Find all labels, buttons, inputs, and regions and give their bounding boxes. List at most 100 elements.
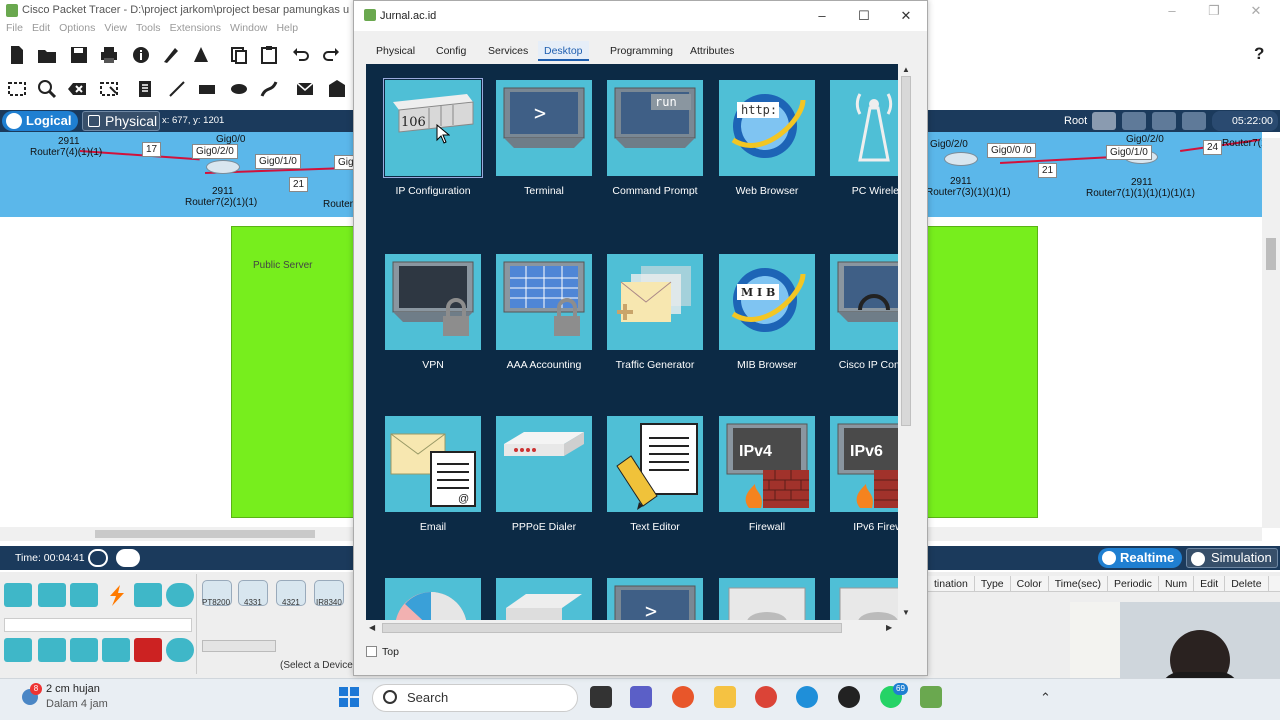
minimize-icon[interactable]: – — [804, 7, 840, 25]
area-rectangle[interactable] — [925, 226, 1038, 518]
desktop-vertical-scrollbar[interactable]: ▲ ▼ — [898, 64, 914, 620]
realtime-button[interactable]: Realtime — [1098, 548, 1182, 568]
router-category-icon[interactable] — [4, 638, 32, 662]
security-category-icon[interactable] — [134, 638, 162, 662]
print-icon[interactable] — [98, 44, 120, 66]
terminal-app[interactable]: > Terminal — [496, 80, 592, 197]
menu-window[interactable]: Window — [230, 22, 267, 34]
taskbar-search[interactable]: Search — [372, 684, 578, 712]
tab-attributes[interactable]: Attributes — [684, 41, 740, 61]
desktop-app-partial[interactable] — [719, 578, 815, 620]
menu-extensions[interactable]: Extensions — [170, 22, 221, 34]
ipv6-firewall-app[interactable]: IPv6 IPv6 Firew — [830, 416, 898, 533]
text-editor-app[interactable]: Text Editor — [607, 416, 703, 533]
tab-services[interactable]: Services — [482, 41, 534, 61]
vpn-app[interactable]: VPN — [385, 254, 481, 371]
edge-icon[interactable] — [796, 686, 818, 708]
delete-icon[interactable] — [66, 78, 88, 100]
wireless-category-icon[interactable] — [102, 638, 130, 662]
router-icon[interactable] — [944, 152, 978, 166]
resize-icon[interactable] — [98, 78, 120, 100]
tools-icon[interactable] — [190, 44, 212, 66]
simple-pdu-icon[interactable] — [294, 78, 316, 100]
cisco-ip-communicator-app[interactable]: Cisco IP Commu — [830, 254, 898, 371]
canvas-vertical-scrollbar[interactable] — [1262, 138, 1280, 528]
end-devices-icon[interactable] — [38, 583, 66, 607]
tab-config[interactable]: Config — [430, 41, 472, 61]
select-icon[interactable] — [6, 78, 28, 100]
logical-view-button[interactable]: Logical — [2, 111, 78, 131]
simulation-button[interactable]: Simulation — [1186, 548, 1278, 568]
task-view-icon[interactable] — [590, 686, 612, 708]
power-cycle-icon[interactable] — [88, 549, 108, 567]
background-icon[interactable] — [1182, 112, 1206, 130]
windows-start-icon[interactable] — [338, 686, 360, 708]
scroll-thumb[interactable] — [95, 530, 315, 538]
device-list-scrollbar[interactable] — [202, 640, 276, 652]
tab-desktop[interactable]: Desktop — [538, 41, 589, 61]
scroll-thumb[interactable] — [382, 623, 842, 633]
inspect-icon[interactable] — [36, 78, 58, 100]
mib-browser-app[interactable]: M I B MIB Browser — [719, 254, 815, 371]
menu-options[interactable]: Options — [59, 22, 95, 34]
tab-programming[interactable]: Programming — [604, 41, 679, 61]
firefox-icon[interactable] — [672, 686, 694, 708]
new-file-icon[interactable] — [6, 44, 28, 66]
menu-view[interactable]: View — [104, 22, 127, 34]
maximize-icon[interactable]: ❐ — [1194, 2, 1234, 20]
command-prompt-app[interactable]: run Command Prompt — [607, 80, 703, 197]
move-icon[interactable] — [1152, 112, 1176, 130]
cluster-icon[interactable] — [1122, 112, 1146, 130]
network-devices-icon[interactable] — [4, 583, 32, 607]
firewall-app[interactable]: IPv4 Firewall — [719, 416, 815, 533]
davinci-icon[interactable] — [838, 686, 860, 708]
menu-tools[interactable]: Tools — [136, 22, 161, 34]
switch-category-icon[interactable] — [38, 638, 66, 662]
close-icon[interactable]: ✕ — [1236, 2, 1276, 20]
file-explorer-icon[interactable] — [714, 686, 736, 708]
top-checkbox[interactable] — [366, 646, 377, 657]
desktop-app-partial[interactable]: > — [607, 578, 703, 620]
draw-line-icon[interactable] — [166, 78, 188, 100]
copy-icon[interactable] — [228, 44, 250, 66]
components-icon[interactable] — [70, 583, 98, 607]
email-app[interactable]: @ Email — [385, 416, 481, 533]
desktop-app-partial[interactable] — [496, 578, 592, 620]
redo-icon[interactable] — [320, 44, 342, 66]
freeform-icon[interactable] — [258, 78, 280, 100]
maximize-icon[interactable]: ☐ — [846, 7, 882, 25]
close-icon[interactable]: ✕ — [888, 7, 924, 25]
scroll-thumb[interactable] — [901, 76, 911, 426]
scroll-left-icon[interactable]: ◀ — [369, 623, 375, 632]
connections-icon[interactable] — [102, 583, 130, 607]
misc-icon[interactable] — [134, 583, 162, 607]
traffic-generator-app[interactable]: Traffic Generator — [607, 254, 703, 371]
draw-ellipse-icon[interactable] — [228, 78, 250, 100]
tray-chevron-icon[interactable]: ⌃ — [1040, 690, 1051, 706]
wan-emulation-icon[interactable] — [166, 638, 194, 662]
back-icon[interactable] — [1092, 112, 1116, 130]
aaa-accounting-app[interactable]: AAA Accounting — [496, 254, 592, 371]
desktop-app-partial[interactable] — [830, 578, 898, 620]
info-icon[interactable] — [130, 44, 152, 66]
packet-tracer-taskbar-icon[interactable] — [920, 686, 942, 708]
desktop-horizontal-scrollbar[interactable]: ◀ ▶ — [366, 620, 898, 636]
complex-pdu-icon[interactable] — [326, 78, 348, 100]
undo-icon[interactable] — [290, 44, 312, 66]
menu-edit[interactable]: Edit — [32, 22, 50, 34]
pc-wireless-app[interactable]: PC Wireles — [830, 80, 898, 197]
teams-icon[interactable] — [630, 686, 652, 708]
scroll-right-icon[interactable]: ▶ — [886, 623, 892, 632]
ip-configuration-app[interactable]: 106 IP Configuration — [383, 78, 483, 197]
fast-forward-icon[interactable] — [116, 549, 140, 567]
tab-physical[interactable]: Physical — [370, 41, 421, 61]
menu-file[interactable]: File — [6, 22, 23, 34]
draw-rectangle-icon[interactable] — [196, 78, 218, 100]
menu-help[interactable]: Help — [276, 22, 298, 34]
pppoe-dialer-app[interactable]: PPPoE Dialer — [496, 416, 592, 533]
activity-wizard-icon[interactable] — [160, 44, 182, 66]
chrome-icon[interactable] — [755, 686, 777, 708]
scroll-down-icon[interactable]: ▼ — [902, 608, 910, 617]
web-browser-app[interactable]: http: Web Browser — [719, 80, 815, 197]
router-icon[interactable] — [206, 160, 240, 174]
